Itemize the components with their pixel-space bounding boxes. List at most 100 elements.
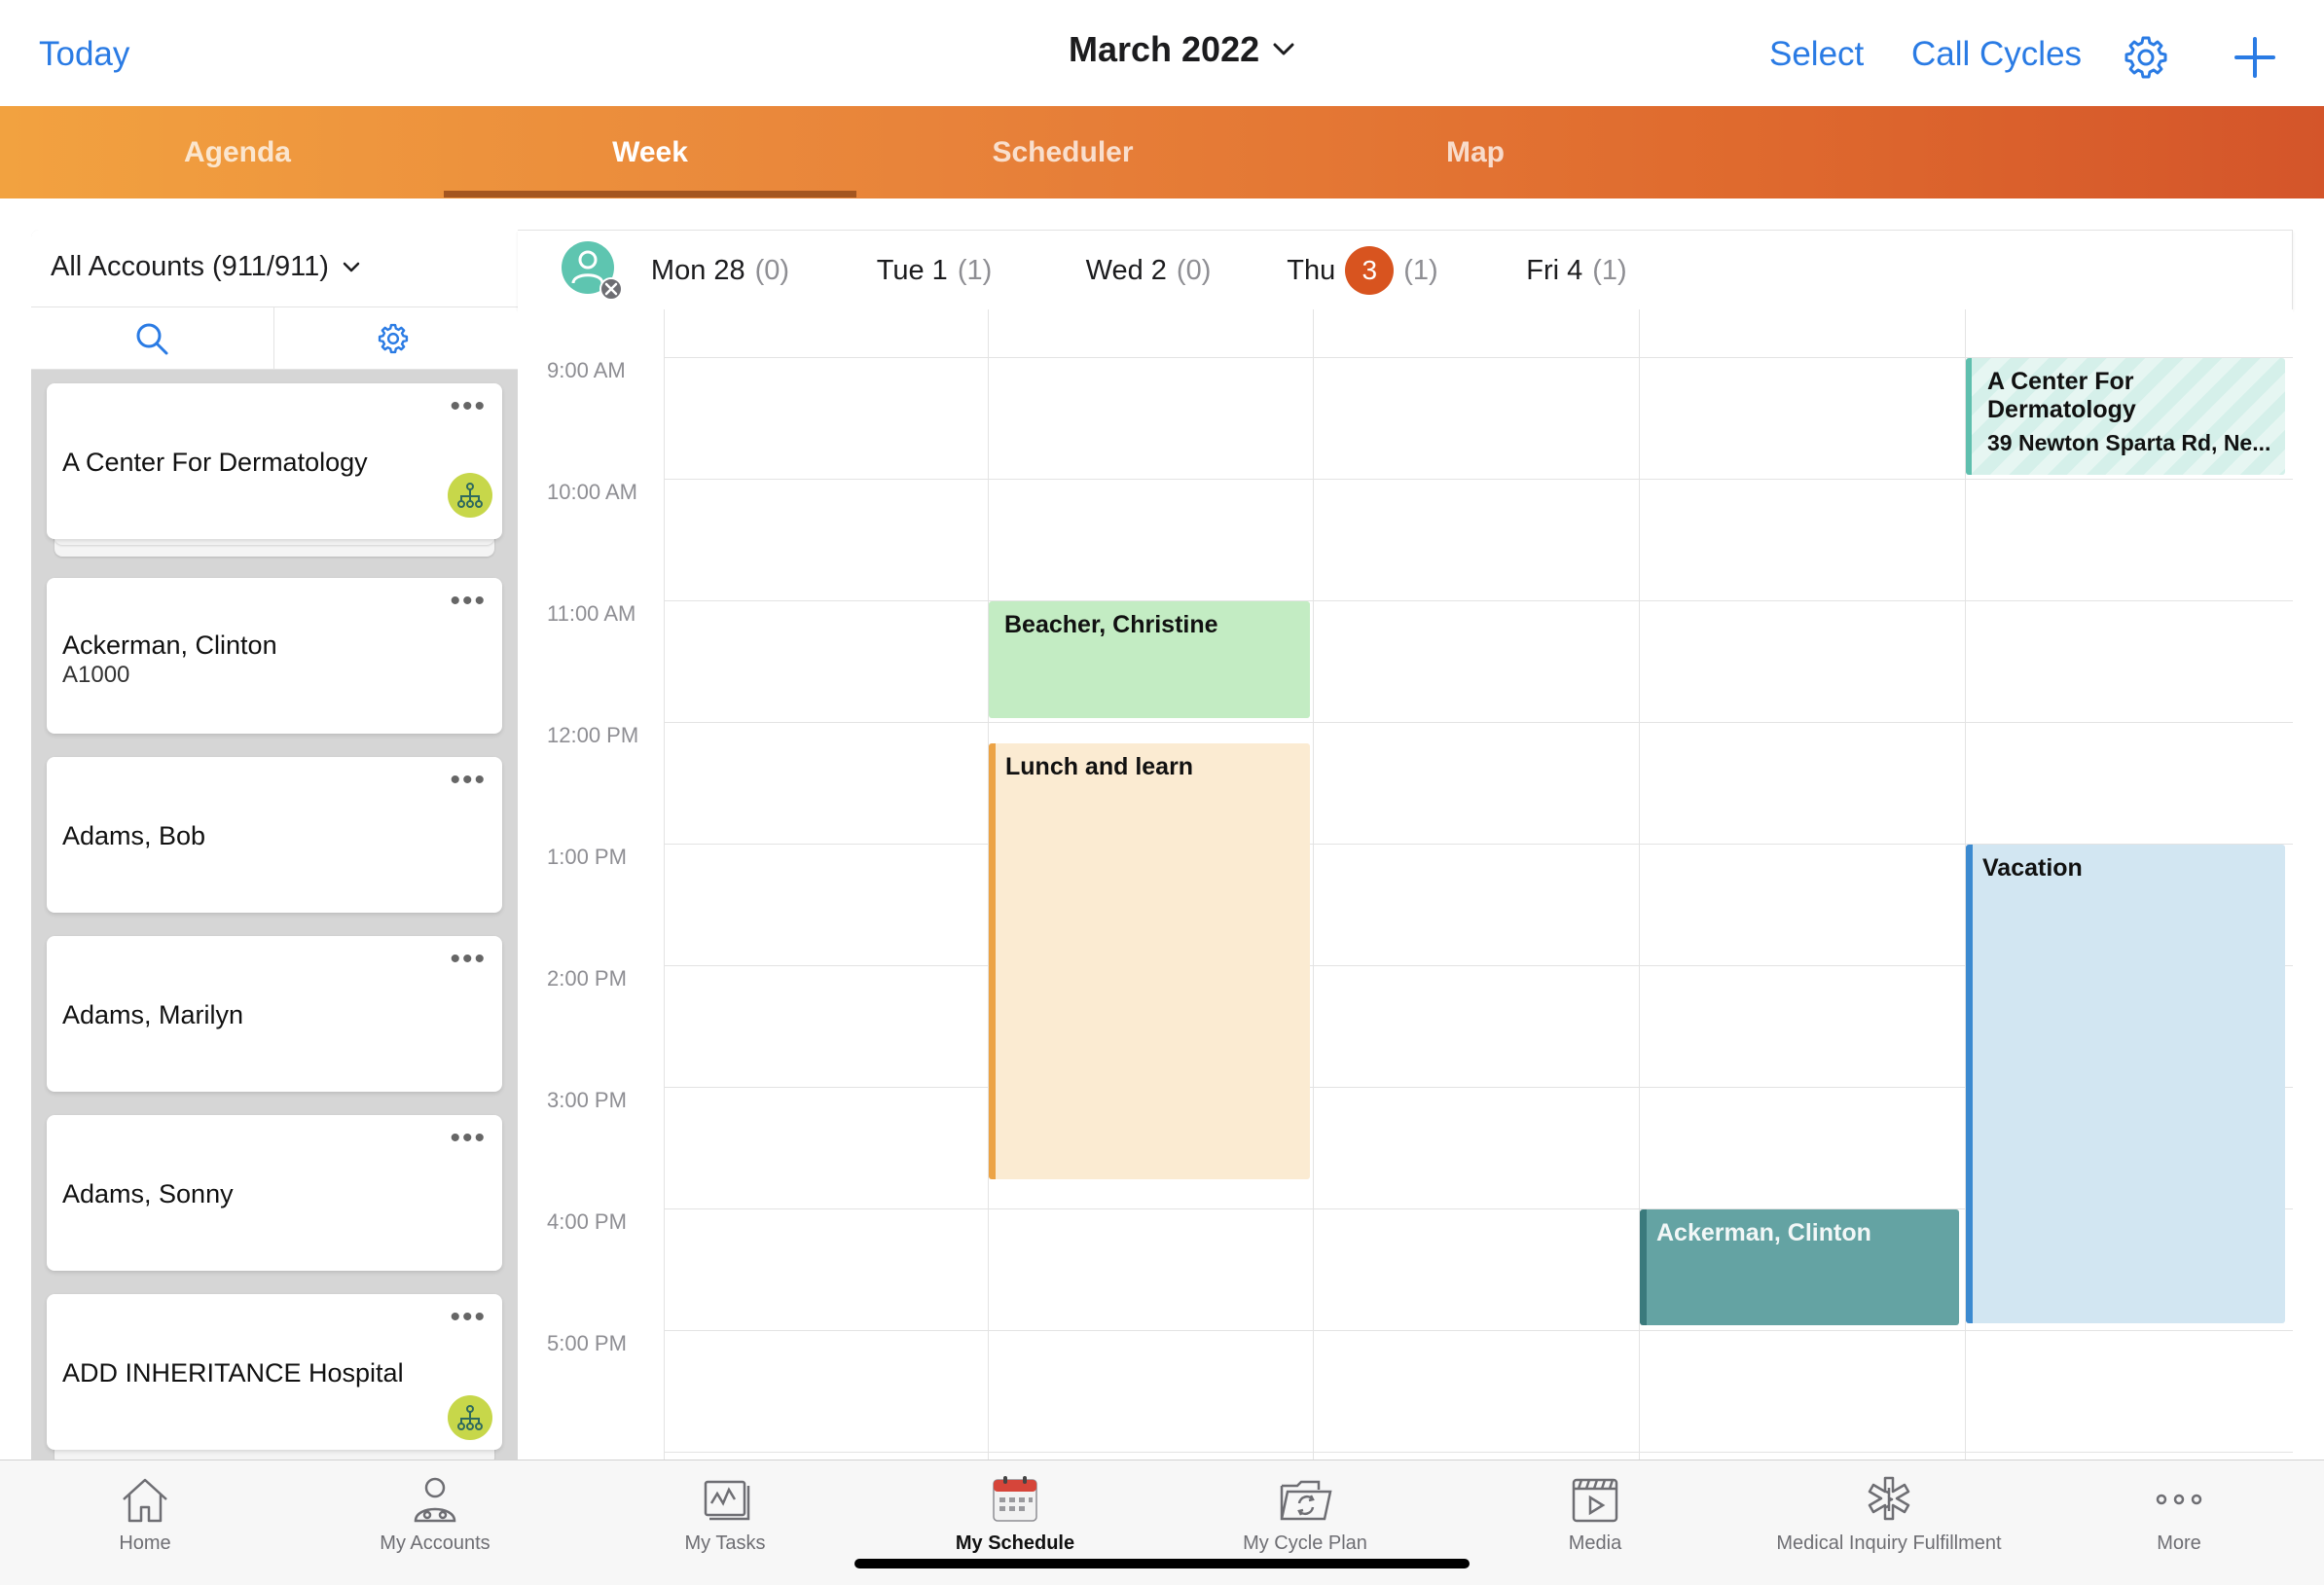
bottom-tab-label: Medical Inquiry Fulfillment bbox=[1776, 1532, 2002, 1554]
event-title: A Center For Dermatology bbox=[1987, 368, 2136, 423]
view-tabs: Agenda Week Scheduler Map bbox=[0, 106, 2324, 198]
day-event-count: (1) bbox=[1403, 254, 1438, 286]
time-label: 10:00 AM bbox=[547, 480, 637, 504]
event-title: Beacher, Christine bbox=[1004, 611, 1218, 638]
day-header-tue[interactable]: Tue 1 (1) bbox=[827, 231, 1041, 310]
account-card[interactable]: ••• Adams, Bob bbox=[47, 757, 502, 913]
account-card[interactable]: ••• ADD INHERITANCE Hospital bbox=[47, 1294, 502, 1450]
bottom-tab-label: More bbox=[2157, 1532, 2201, 1554]
today-button[interactable]: Today bbox=[39, 35, 129, 74]
accounts-filter-header: All Accounts (911/911) bbox=[31, 230, 518, 307]
accounts-panel: All Accounts (911/911) ••• A Center For … bbox=[31, 230, 518, 1460]
account-card[interactable]: ••• Adams, Marilyn bbox=[47, 936, 502, 1092]
day-event-count: (1) bbox=[957, 254, 993, 286]
account-card[interactable]: ••• Adams, Sonny bbox=[47, 1115, 502, 1271]
hour-line bbox=[664, 600, 2293, 601]
day-header-wed[interactable]: Wed 2 (0) bbox=[1041, 231, 1255, 310]
toolbar-divider bbox=[273, 307, 274, 370]
event-title: Lunch and learn bbox=[1005, 753, 1194, 780]
event-ackerman-clinton[interactable]: Ackerman, Clinton bbox=[1640, 1209, 1959, 1325]
select-button[interactable]: Select bbox=[1769, 35, 1864, 74]
account-name: Ackerman, Clinton bbox=[62, 631, 277, 660]
day-divider bbox=[1313, 309, 1314, 1460]
more-options-icon[interactable]: ••• bbox=[450, 766, 487, 795]
accounts-filter-label: All Accounts (911/911) bbox=[51, 251, 329, 282]
account-card[interactable]: ••• A Center For Dermatology bbox=[47, 383, 502, 539]
call-cycles-button[interactable]: Call Cycles bbox=[1911, 35, 2082, 74]
day-header-mon[interactable]: Mon 28 (0) bbox=[613, 231, 827, 310]
day-label: Wed 2 bbox=[1085, 254, 1167, 286]
hour-line bbox=[664, 1330, 2293, 1331]
accounts-toolbar bbox=[31, 307, 518, 370]
today-badge: 3 bbox=[1345, 246, 1395, 295]
time-label: 1:00 PM bbox=[547, 845, 627, 869]
bottom-tab-label: My Accounts bbox=[380, 1532, 490, 1554]
bottom-tab-my-tasks[interactable]: My Tasks bbox=[580, 1460, 870, 1586]
week-header: Mon 28 (0) Tue 1 (1) Wed 2 (0) Thu 3 (1)… bbox=[518, 230, 2293, 309]
day-divider bbox=[664, 309, 665, 1460]
accounts-icon bbox=[414, 1477, 456, 1523]
account-card[interactable]: ••• Ackerman, Clinton A1000 bbox=[47, 578, 502, 734]
cycle-plan-icon bbox=[1280, 1480, 1332, 1521]
bottom-tab-home[interactable]: Home bbox=[0, 1460, 290, 1586]
tab-agenda[interactable]: Agenda bbox=[31, 106, 444, 198]
event-beacher-christine[interactable]: Beacher, Christine bbox=[989, 601, 1310, 718]
account-id: A1000 bbox=[62, 662, 130, 688]
time-label: 4:00 PM bbox=[547, 1209, 627, 1234]
top-navigation-bar: Today March 2022 Select Call Cycles bbox=[0, 0, 2324, 106]
event-a-center-for-dermatology[interactable]: A Center For Dermatology 39 Newton Spart… bbox=[1966, 358, 2285, 475]
accounts-filter-dropdown[interactable]: All Accounts (911/911) bbox=[51, 251, 360, 283]
more-options-icon[interactable]: ••• bbox=[450, 392, 487, 421]
time-label: 12:00 PM bbox=[547, 723, 639, 747]
more-icon bbox=[2156, 1494, 2202, 1505]
day-label: Fri 4 bbox=[1526, 254, 1583, 286]
media-icon bbox=[1572, 1478, 1618, 1523]
more-options-icon[interactable]: ••• bbox=[450, 1124, 487, 1153]
account-name: Adams, Bob bbox=[62, 821, 206, 850]
day-label: Thu bbox=[1287, 254, 1336, 286]
tab-scheduler[interactable]: Scheduler bbox=[856, 106, 1269, 198]
month-picker[interactable]: March 2022 bbox=[1069, 29, 1294, 70]
time-label: 2:00 PM bbox=[547, 966, 627, 991]
home-icon bbox=[123, 1478, 167, 1523]
active-tab-indicator bbox=[444, 191, 856, 198]
event-address: 39 Newton Sparta Rd, Ne... bbox=[1987, 430, 2271, 455]
tab-map[interactable]: Map bbox=[1269, 106, 1682, 198]
search-icon[interactable] bbox=[134, 321, 169, 356]
bottom-tab-label: My Tasks bbox=[684, 1532, 766, 1554]
gear-icon[interactable] bbox=[378, 323, 409, 354]
day-event-count: (0) bbox=[754, 254, 790, 286]
week-grid[interactable]: 9:00 AM 10:00 AM 11:00 AM 12:00 PM 1:00 … bbox=[518, 309, 2293, 1460]
day-event-count: (0) bbox=[1176, 254, 1212, 286]
bottom-tab-label: Home bbox=[119, 1532, 171, 1554]
time-label: 5:00 PM bbox=[547, 1331, 627, 1355]
day-header-thu[interactable]: Thu 3 (1) bbox=[1255, 231, 1470, 310]
tasks-icon bbox=[704, 1480, 750, 1521]
event-vacation[interactable]: Vacation bbox=[1966, 845, 2285, 1323]
event-title: Ackerman, Clinton bbox=[1656, 1219, 1871, 1246]
more-options-icon[interactable]: ••• bbox=[450, 1303, 487, 1332]
day-event-count: (1) bbox=[1592, 254, 1627, 286]
time-label: 9:00 AM bbox=[547, 358, 626, 382]
chevron-down-icon bbox=[1273, 43, 1294, 55]
more-options-icon[interactable]: ••• bbox=[450, 945, 487, 974]
account-name: Adams, Sonny bbox=[62, 1179, 234, 1208]
more-options-icon[interactable]: ••• bbox=[450, 587, 487, 616]
add-icon[interactable] bbox=[2234, 37, 2275, 78]
bottom-tab-media[interactable]: Media bbox=[1450, 1460, 1740, 1586]
tab-week[interactable]: Week bbox=[444, 106, 856, 198]
time-label: 11:00 AM bbox=[547, 601, 636, 626]
bottom-tab-label: My Cycle Plan bbox=[1243, 1532, 1367, 1554]
time-label: 3:00 PM bbox=[547, 1088, 627, 1112]
hour-line bbox=[664, 479, 2293, 480]
day-label: Mon 28 bbox=[650, 254, 745, 286]
bottom-tab-medical-inquiry[interactable]: Medical Inquiry Fulfillment bbox=[1740, 1460, 2038, 1586]
event-lunch-and-learn[interactable]: Lunch and learn bbox=[989, 743, 1310, 1179]
bottom-tab-label: My Schedule bbox=[955, 1532, 1075, 1554]
bottom-tab-my-accounts[interactable]: My Accounts bbox=[290, 1460, 580, 1586]
account-name: Adams, Marilyn bbox=[62, 1000, 244, 1029]
org-hierarchy-icon bbox=[448, 473, 492, 518]
gear-icon[interactable] bbox=[2124, 35, 2168, 80]
bottom-tab-more[interactable]: More bbox=[2034, 1460, 2324, 1586]
day-header-fri[interactable]: Fri 4 (1) bbox=[1470, 231, 1684, 310]
